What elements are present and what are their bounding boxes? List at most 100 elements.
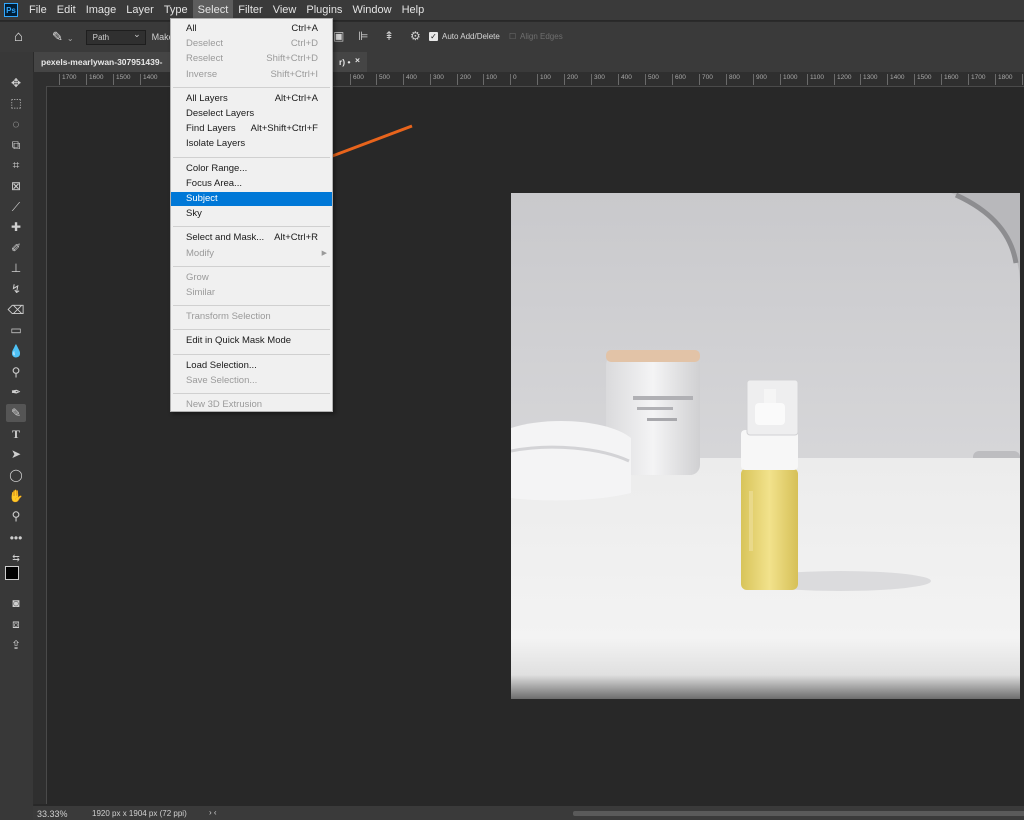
menu-view[interactable]: View	[268, 0, 302, 20]
pen-tool-preset-icon[interactable]: ✎ ⌄	[52, 29, 74, 45]
menu-item-label: Subject	[186, 193, 218, 204]
type-tool-icon[interactable]: T	[6, 425, 26, 443]
menu-separator	[173, 156, 330, 158]
eyedropper-tool-icon[interactable]: ⟋	[6, 198, 26, 216]
menu-item-sky[interactable]: Sky	[171, 207, 332, 221]
menu-item-save-selection[interactable]: Save Selection...	[171, 374, 332, 388]
ruler-tick-label: 1400	[887, 74, 904, 85]
menu-plugins[interactable]: Plugins	[301, 0, 347, 20]
ruler-tick-label: 800	[726, 74, 740, 85]
menu-filter[interactable]: Filter	[233, 0, 267, 20]
menu-item-reselect[interactable]: Reselect Shift+Ctrl+D	[171, 52, 332, 66]
dodge-tool-icon[interactable]: ⚲	[6, 363, 26, 381]
menu-edit[interactable]: Edit	[52, 0, 81, 20]
menu-item-edit-in-quick-mask-mode[interactable]: Edit in Quick Mask Mode	[171, 334, 332, 348]
menu-item-deselect[interactable]: Deselect Ctrl+D	[171, 37, 332, 51]
menu-item-new-3d-extrusion[interactable]: New 3D Extrusion	[171, 398, 332, 412]
document-image	[511, 193, 1020, 699]
menu-item-modify[interactable]: Modify ▶	[171, 247, 332, 261]
quick-mask-icon[interactable]: ◙	[6, 594, 26, 612]
share-icon[interactable]: ⇪	[6, 636, 26, 654]
clone-stamp-tool-icon[interactable]: ⊥	[6, 259, 26, 277]
ruler-tick-label: 1700	[59, 74, 76, 85]
menu-item-label: Deselect	[186, 38, 223, 50]
home-icon[interactable]: ⌂	[14, 29, 30, 45]
foreground-color-swatch[interactable]	[5, 566, 19, 580]
zoom-level[interactable]: 33.33%	[37, 809, 68, 819]
menu-item-all[interactable]: All Ctrl+A	[171, 22, 332, 36]
menu-layer[interactable]: Layer	[121, 0, 159, 20]
object-selection-tool-icon[interactable]: ⧉	[6, 136, 26, 154]
menu-file[interactable]: File	[24, 0, 52, 20]
ruler-tick-label: 600	[672, 74, 686, 85]
menu-item-label: Edit in Quick Mask Mode	[186, 335, 292, 347]
swap-colors-icon[interactable]: ⇆	[6, 549, 26, 567]
menu-item-label: Similar	[186, 287, 216, 298]
path-selection-tool-icon[interactable]: ➤	[6, 445, 26, 463]
menu-item-isolate-layers[interactable]: Isolate Layers	[171, 137, 332, 151]
menu-item-subject[interactable]: Subject	[171, 192, 332, 206]
path-alignment-icon[interactable]: ⊫	[358, 29, 368, 43]
menu-item-deselect-layers[interactable]: Deselect Layers	[171, 107, 332, 121]
menu-item-shortcut: Alt+Ctrl+R	[274, 232, 318, 244]
vertical-ruler	[33, 86, 47, 804]
pen-tool-icon[interactable]: ✒	[6, 383, 26, 401]
menu-item-similar[interactable]: Similar	[171, 286, 332, 300]
marquee-tool-icon[interactable]: ⬚	[6, 94, 26, 112]
ruler-tick-label: 1300	[860, 74, 877, 85]
menu-item-find-layers[interactable]: Find Layers Alt+Shift+Ctrl+F	[171, 122, 332, 136]
menu-separator	[173, 226, 330, 228]
menu-item-label: Focus Area...	[186, 177, 242, 189]
select-menu-dropdown: All Ctrl+A Deselect Ctrl+D Reselect Shift+Ctr…	[170, 18, 333, 412]
gear-icon[interactable]: ⚙	[410, 29, 421, 43]
ruler-tick-label: 1700	[968, 74, 985, 85]
ruler-tick-label: 1600	[86, 74, 103, 85]
edit-toolbar-icon[interactable]: •••	[6, 529, 26, 547]
eraser-tool-icon[interactable]: ⌫	[6, 301, 26, 319]
menu-item-inverse[interactable]: Inverse Shift+Ctrl+I	[171, 68, 332, 82]
brush-tool-icon[interactable]: ✐	[6, 239, 26, 257]
history-brush-tool-icon[interactable]: ↯	[6, 280, 26, 298]
move-tool-icon[interactable]: ✥	[6, 74, 26, 92]
lasso-tool-icon[interactable]: ◌	[6, 115, 26, 133]
close-icon[interactable]: ×	[355, 55, 360, 65]
menu-help[interactable]: Help	[397, 0, 430, 20]
path-arrangement-icon[interactable]: ⇞	[384, 29, 394, 43]
screen-mode-icon[interactable]: ⧈	[6, 615, 26, 633]
menu-separator	[173, 329, 330, 331]
menu-item-select-and-mask[interactable]: Select and Mask... Alt+Ctrl+R	[171, 231, 332, 245]
photoshop-logo-icon[interactable]: Ps	[4, 3, 18, 17]
zoom-tool-icon[interactable]: ⚲	[6, 507, 26, 525]
gradient-tool-icon[interactable]: ▭	[6, 321, 26, 339]
align-edges-checkbox-icon: ☐	[509, 32, 517, 41]
menu-select[interactable]: Select	[192, 0, 234, 20]
frame-tool-icon[interactable]: ⊠	[6, 177, 26, 195]
menu-item-load-selection[interactable]: Load Selection...	[171, 359, 332, 373]
menu-item-label: All	[186, 23, 197, 34]
menu-item-focus-area[interactable]: Focus Area...	[171, 177, 332, 191]
menu-item-label: Reselect	[186, 53, 223, 65]
menu-item-color-range[interactable]: Color Range...	[171, 162, 332, 176]
ruler-tick-label: 100	[483, 74, 497, 85]
submenu-arrow-icon: ▶	[321, 249, 327, 257]
path-mode-select[interactable]: Path	[85, 28, 146, 45]
menu-item-shortcut: Shift+Ctrl+D	[266, 53, 318, 65]
menu-item-transform-selection[interactable]: Transform Selection	[171, 310, 332, 324]
chevron-right-icon[interactable]: › ‹	[209, 808, 217, 817]
menu-image[interactable]: Image	[81, 0, 122, 20]
menu-item-all-layers[interactable]: All Layers Alt+Ctrl+A	[171, 92, 332, 106]
freeform-pen-tool-icon[interactable]: ✎	[6, 404, 26, 422]
menu-item-grow[interactable]: Grow	[171, 271, 332, 285]
menu-item-label: Isolate Layers	[186, 138, 246, 150]
path-operations-icon[interactable]: ▣	[333, 29, 344, 43]
healing-brush-tool-icon[interactable]: ✚	[6, 218, 26, 236]
blur-tool-icon[interactable]: 💧	[6, 342, 26, 360]
horizontal-scrollbar[interactable]	[573, 811, 1024, 816]
hand-tool-icon[interactable]: ✋	[6, 487, 26, 505]
ruler-tick-label: 400	[403, 74, 417, 85]
auto-add-delete-checkbox[interactable]: ✓	[429, 32, 438, 41]
ellipse-tool-icon[interactable]: ◯	[6, 466, 26, 484]
menu-type[interactable]: Type	[159, 0, 193, 20]
crop-tool-icon[interactable]: ⌗	[6, 156, 26, 174]
menu-window[interactable]: Window	[347, 0, 396, 20]
